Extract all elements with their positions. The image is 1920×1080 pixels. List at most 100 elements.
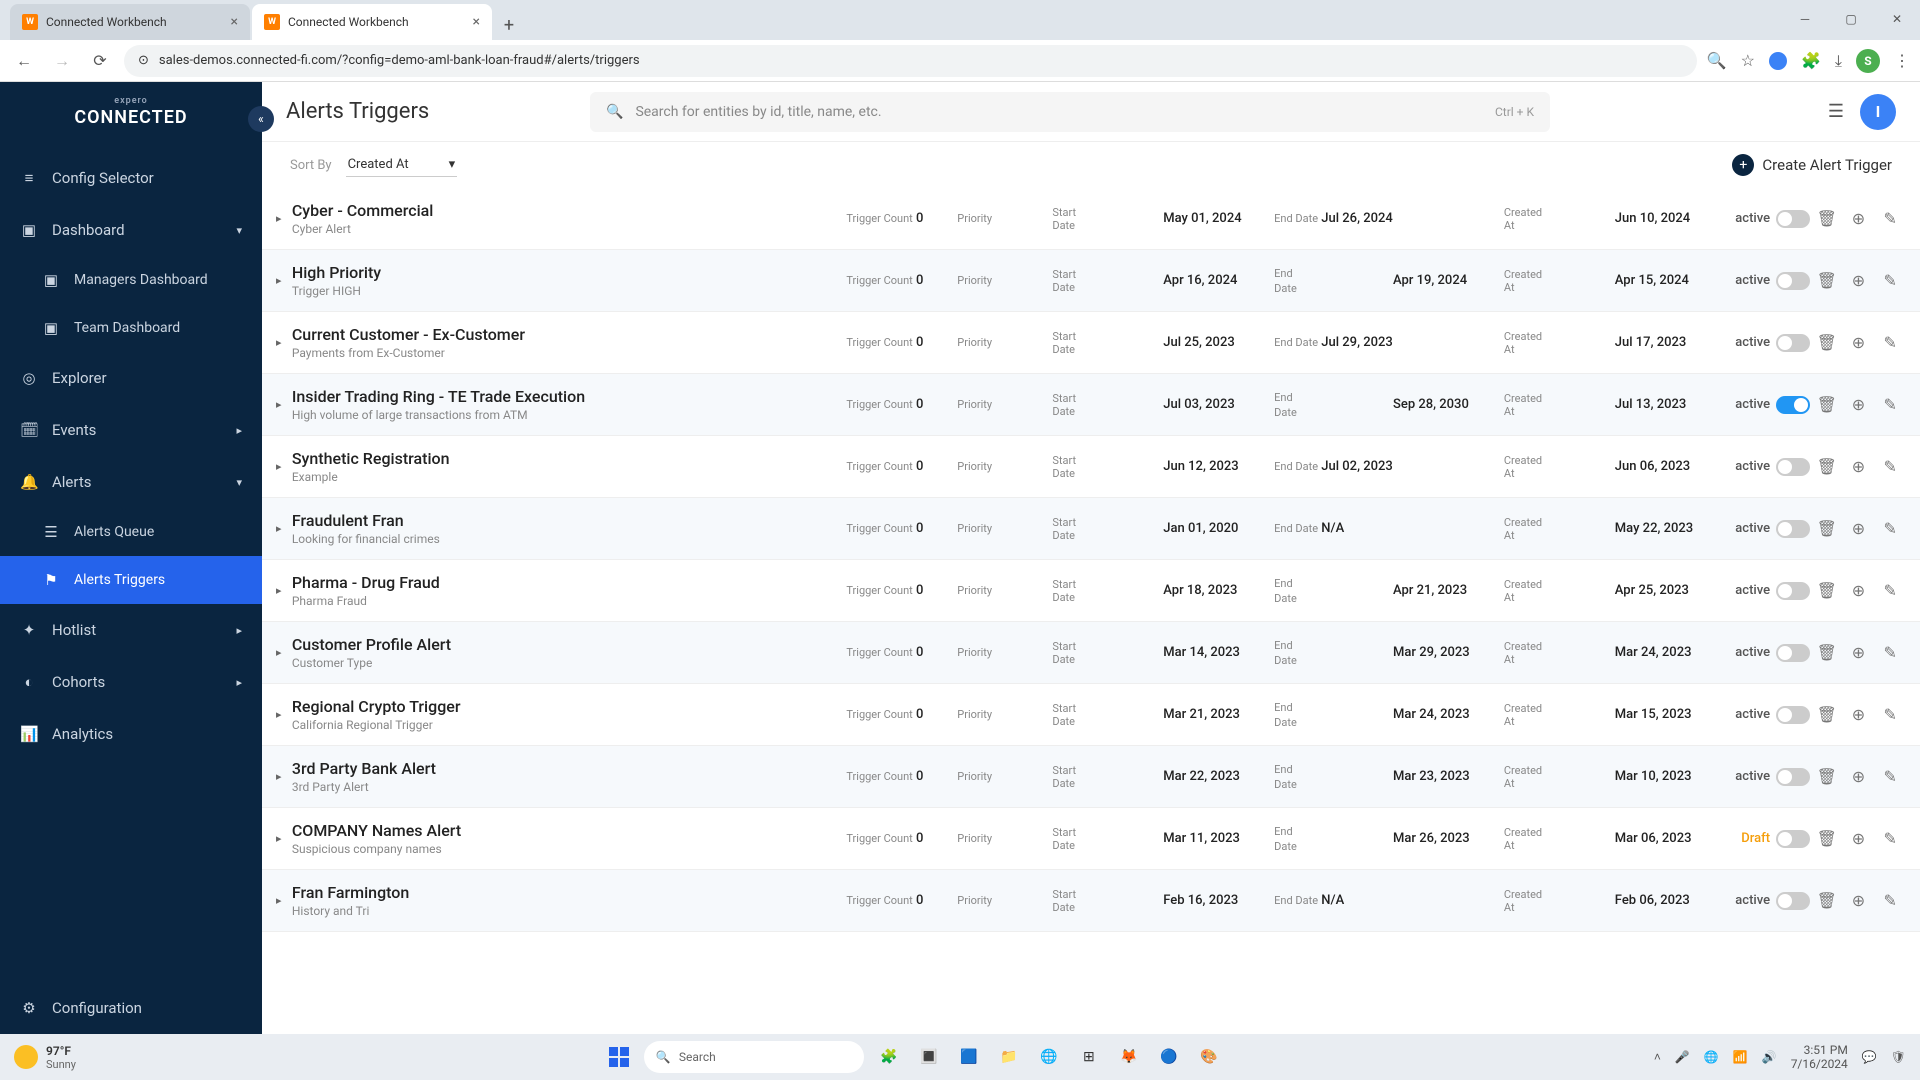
expand-icon[interactable]: ▸ — [276, 832, 292, 845]
minimize-button[interactable]: ─ — [1782, 0, 1828, 38]
tb-app-icon[interactable]: 📁 — [994, 1042, 1024, 1072]
trigger-row[interactable]: ▸ COMPANY Names Alert Suspicious company… — [262, 808, 1920, 870]
trigger-list[interactable]: ▸ Cyber - Commercial Cyber Alert Trigger… — [262, 188, 1920, 1034]
download-icon[interactable]: ⊕ — [1843, 209, 1875, 228]
browser-tab[interactable]: WConnected Workbench× — [252, 4, 492, 40]
user-avatar[interactable]: I — [1860, 94, 1896, 130]
collapse-sidebar-button[interactable]: « — [248, 106, 274, 132]
active-toggle[interactable] — [1776, 396, 1811, 414]
zoom-icon[interactable]: 🔍 — [1707, 51, 1727, 70]
trigger-row[interactable]: ▸ High Priority Trigger HIGH Trigger Cou… — [262, 250, 1920, 312]
back-button[interactable]: ← — [10, 47, 38, 75]
delete-icon[interactable]: 🗑 — [1811, 457, 1843, 476]
delete-icon[interactable]: 🗑 — [1811, 271, 1843, 290]
trigger-row[interactable]: ▸ Regional Crypto Trigger California Reg… — [262, 684, 1920, 746]
active-toggle[interactable] — [1776, 768, 1811, 786]
download-icon[interactable]: ⊕ — [1843, 643, 1875, 662]
queue-icon[interactable]: ☰ — [1828, 101, 1844, 122]
tb-app-icon[interactable]: 🎨 — [1194, 1042, 1224, 1072]
delete-icon[interactable]: 🗑 — [1811, 209, 1843, 228]
close-button[interactable]: ✕ — [1874, 0, 1920, 38]
tray-icon[interactable]: 🛡 — [1891, 1050, 1906, 1064]
maximize-button[interactable]: ▢ — [1828, 0, 1874, 38]
active-toggle[interactable] — [1776, 706, 1811, 724]
trigger-row[interactable]: ▸ Cyber - Commercial Cyber Alert Trigger… — [262, 188, 1920, 250]
expand-icon[interactable]: ▸ — [276, 770, 292, 783]
sidebar-item-managers-dashboard[interactable]: ▣Managers Dashboard — [0, 256, 262, 304]
edit-icon[interactable]: ✎ — [1874, 705, 1906, 724]
tb-app-icon[interactable]: 🔵 — [1154, 1042, 1184, 1072]
expand-icon[interactable]: ▸ — [276, 584, 292, 597]
active-toggle[interactable] — [1776, 334, 1811, 352]
edit-icon[interactable]: ✎ — [1874, 891, 1906, 910]
sidebar-item-configuration[interactable]: ⚙ Configuration — [0, 982, 262, 1034]
site-info-icon[interactable]: ⊙ — [138, 53, 149, 68]
edit-icon[interactable]: ✎ — [1874, 581, 1906, 600]
search-input[interactable]: 🔍 Search for entities by id, title, name… — [590, 92, 1550, 132]
tb-app-icon[interactable]: 🔳 — [914, 1042, 944, 1072]
delete-icon[interactable]: 🗑 — [1811, 829, 1843, 848]
download-icon[interactable]: ⊕ — [1843, 395, 1875, 414]
sidebar-item-hotlist[interactable]: ✦Hotlist▸ — [0, 604, 262, 656]
active-toggle[interactable] — [1776, 272, 1811, 290]
edit-icon[interactable]: ✎ — [1874, 395, 1906, 414]
tb-app-icon[interactable]: 🧩 — [874, 1042, 904, 1072]
trigger-row[interactable]: ▸ Insider Trading Ring - TE Trade Execut… — [262, 374, 1920, 436]
close-icon[interactable]: × — [473, 14, 480, 30]
expand-icon[interactable]: ▸ — [276, 212, 292, 225]
download-icon[interactable]: ⊕ — [1843, 271, 1875, 290]
sidebar-item-explorer[interactable]: ◎Explorer — [0, 352, 262, 404]
edit-icon[interactable]: ✎ — [1874, 457, 1906, 476]
weather-widget[interactable]: 97°F Sunny — [14, 1044, 174, 1071]
create-trigger-button[interactable]: + Create Alert Trigger — [1732, 154, 1892, 176]
edit-icon[interactable]: ✎ — [1874, 519, 1906, 538]
expand-icon[interactable]: ▸ — [276, 274, 292, 287]
expand-icon[interactable]: ▸ — [276, 460, 292, 473]
tb-app-icon[interactable]: ⊞ — [1074, 1042, 1104, 1072]
tb-app-icon[interactable]: 🟦 — [954, 1042, 984, 1072]
expand-icon[interactable]: ▸ — [276, 398, 292, 411]
trigger-row[interactable]: ▸ Pharma - Drug Fraud Pharma Fraud Trigg… — [262, 560, 1920, 622]
active-toggle[interactable] — [1776, 892, 1811, 910]
delete-icon[interactable]: 🗑 — [1811, 705, 1843, 724]
url-input[interactable]: ⊙ sales-demos.connected-fi.com/?config=d… — [124, 45, 1697, 77]
puzzle-icon[interactable]: 🧩 — [1801, 51, 1821, 70]
active-toggle[interactable] — [1776, 210, 1811, 228]
expand-icon[interactable]: ▸ — [276, 336, 292, 349]
delete-icon[interactable]: 🗑 — [1811, 891, 1843, 910]
taskbar-search[interactable]: 🔍 Search — [644, 1041, 864, 1073]
edit-icon[interactable]: ✎ — [1874, 209, 1906, 228]
sidebar-item-config-selector[interactable]: ≡Config Selector — [0, 152, 262, 204]
active-toggle[interactable] — [1776, 458, 1811, 476]
active-toggle[interactable] — [1776, 582, 1811, 600]
download-icon[interactable]: ⊕ — [1843, 333, 1875, 352]
new-tab-button[interactable]: + — [494, 10, 524, 40]
expand-icon[interactable]: ▸ — [276, 646, 292, 659]
trigger-row[interactable]: ▸ Current Customer - Ex-Customer Payment… — [262, 312, 1920, 374]
notifications-icon[interactable]: 💬 — [1862, 1050, 1877, 1064]
sort-select[interactable]: Created At ▾ — [346, 153, 458, 177]
sidebar-item-events[interactable]: 🗓Events▸ — [0, 404, 262, 456]
expand-icon[interactable]: ▸ — [276, 894, 292, 907]
close-icon[interactable]: × — [231, 14, 238, 30]
language-icon[interactable]: 🌐 — [1704, 1050, 1719, 1064]
sidebar-item-team-dashboard[interactable]: ▣Team Dashboard — [0, 304, 262, 352]
bookmark-icon[interactable]: ☆ — [1741, 51, 1755, 70]
active-toggle[interactable] — [1776, 830, 1811, 848]
active-toggle[interactable] — [1776, 520, 1811, 538]
sidebar-item-analytics[interactable]: 📊Analytics — [0, 708, 262, 760]
expand-icon[interactable]: ▸ — [276, 708, 292, 721]
start-button[interactable] — [604, 1042, 634, 1072]
sidebar-item-alerts-queue[interactable]: ☰Alerts Queue — [0, 508, 262, 556]
expand-icon[interactable]: ▸ — [276, 522, 292, 535]
edit-icon[interactable]: ✎ — [1874, 333, 1906, 352]
delete-icon[interactable]: 🗑 — [1811, 333, 1843, 352]
profile-avatar[interactable]: S — [1856, 49, 1880, 73]
sidebar-item-alerts-triggers[interactable]: ⚑Alerts Triggers — [0, 556, 262, 604]
sidebar-item-cohorts[interactable]: ◐Cohorts▸ — [0, 656, 262, 708]
mic-icon[interactable]: 🎤 — [1675, 1050, 1690, 1064]
download-icon[interactable]: ⊕ — [1843, 519, 1875, 538]
sidebar-item-dashboard[interactable]: ▣Dashboard▾ — [0, 204, 262, 256]
trigger-row[interactable]: ▸ Synthetic Registration Example Trigger… — [262, 436, 1920, 498]
tb-app-icon[interactable]: 🌐 — [1034, 1042, 1064, 1072]
